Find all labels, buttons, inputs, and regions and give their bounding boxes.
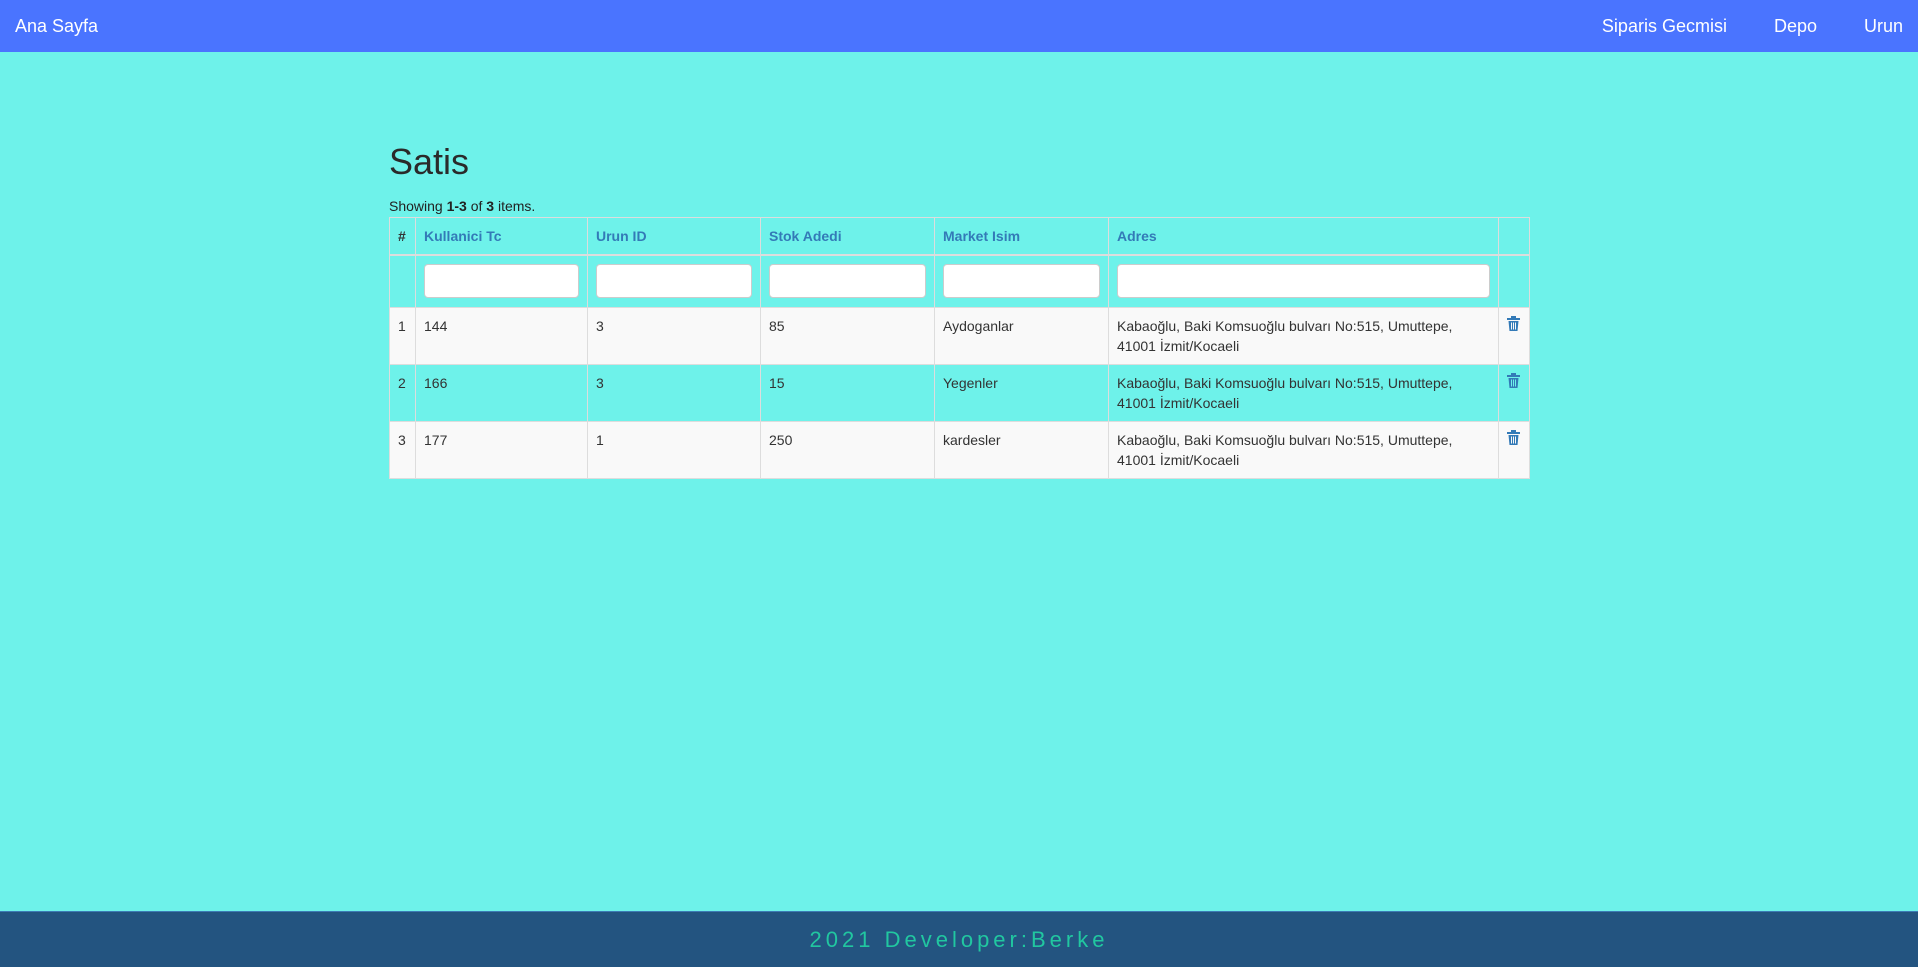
- trash-icon: [1507, 315, 1520, 331]
- cell-stok-adedi: 15: [760, 363, 935, 422]
- filter-cell-urun-id: [587, 254, 761, 308]
- top-navbar: Ana Sayfa Siparis Gecmisi Depo Urun: [0, 0, 1918, 52]
- cell-actions: [1498, 420, 1530, 479]
- trash-icon: [1507, 429, 1520, 445]
- cell-kullanici-tc: 177: [415, 420, 588, 479]
- cell-adres: Kabaoğlu, Baki Komsuoğlu bulvarı No:515,…: [1108, 363, 1499, 422]
- brand-home-link[interactable]: Ana Sayfa: [15, 16, 98, 37]
- cell-adres: Kabaoğlu, Baki Komsuoğlu bulvarı No:515,…: [1108, 420, 1499, 479]
- delete-button[interactable]: [1507, 315, 1520, 336]
- grid-summary: Showing 1-3 of 3 items.: [389, 197, 1529, 215]
- column-header-adres[interactable]: Adres: [1108, 217, 1499, 256]
- filter-cell-kullanici-tc: [415, 254, 588, 308]
- nav-link-siparis-gecmisi[interactable]: Siparis Gecmisi: [1602, 16, 1727, 37]
- cell-kullanici-tc: 144: [415, 306, 588, 365]
- table-row: 1 144 3 85 Aydoganlar Kabaoğlu, Baki Kom…: [389, 306, 1530, 365]
- cell-urun-id: 1: [587, 420, 761, 479]
- delete-button[interactable]: [1507, 372, 1520, 393]
- cell-number: 1: [389, 306, 416, 365]
- filter-cell-actions: [1498, 254, 1530, 308]
- column-header-market-isim[interactable]: Market Isim: [934, 217, 1109, 256]
- filter-cell-stok-adedi: [760, 254, 935, 308]
- cell-urun-id: 3: [587, 363, 761, 422]
- filter-row: [389, 254, 1530, 308]
- cell-adres: Kabaoğlu, Baki Komsuoğlu bulvarı No:515,…: [1108, 306, 1499, 365]
- cell-number: 2: [389, 363, 416, 422]
- sort-link-market-isim[interactable]: Market Isim: [943, 228, 1020, 244]
- table-row: 3 177 1 250 kardesler Kabaoğlu, Baki Kom…: [389, 420, 1530, 479]
- cell-urun-id: 3: [587, 306, 761, 365]
- filter-cell-adres: [1108, 254, 1499, 308]
- summary-suffix: items.: [494, 198, 536, 214]
- filter-cell-market-isim: [934, 254, 1109, 308]
- cell-market-isim: Aydoganlar: [934, 306, 1109, 365]
- cell-actions: [1498, 363, 1530, 422]
- sort-link-urun-id[interactable]: Urun ID: [596, 228, 647, 244]
- column-header-stok-adedi[interactable]: Stok Adedi: [760, 217, 935, 256]
- sort-link-kullanici-tc[interactable]: Kullanici Tc: [424, 228, 502, 244]
- filter-input-stok-adedi[interactable]: [769, 264, 926, 298]
- footer-text: 2021 Developer:Berke: [809, 926, 1109, 952]
- page-title: Satis: [389, 141, 470, 182]
- cell-stok-adedi: 85: [760, 306, 935, 365]
- cell-actions: [1498, 306, 1530, 365]
- table-row: 2 166 3 15 Yegenler Kabaoğlu, Baki Komsu…: [389, 363, 1530, 422]
- cell-market-isim: kardesler: [934, 420, 1109, 479]
- summary-range: 1-3: [446, 198, 467, 214]
- nav-link-depo[interactable]: Depo: [1727, 16, 1817, 37]
- cell-kullanici-tc: 166: [415, 363, 588, 422]
- summary-of: of: [466, 198, 487, 214]
- column-header-actions: [1498, 217, 1530, 256]
- column-header-number: #: [389, 217, 416, 256]
- cell-number: 3: [389, 420, 416, 479]
- filter-cell-empty: [389, 254, 416, 308]
- delete-button[interactable]: [1507, 429, 1520, 450]
- table-header-row: # Kullanici Tc Urun ID Stok Adedi Market…: [389, 217, 1530, 256]
- summary-total: 3: [486, 198, 495, 214]
- footer: 2021 Developer:Berke: [0, 911, 1918, 967]
- cell-stok-adedi: 250: [760, 420, 935, 479]
- summary-prefix: Showing: [389, 198, 447, 214]
- sort-link-stok-adedi[interactable]: Stok Adedi: [769, 228, 842, 244]
- nav-links: Siparis Gecmisi Depo Urun: [1602, 0, 1903, 52]
- trash-icon: [1507, 372, 1520, 388]
- column-header-urun-id[interactable]: Urun ID: [587, 217, 761, 256]
- cell-market-isim: Yegenler: [934, 363, 1109, 422]
- main-content: Satis Showing 1-3 of 3 items. # Kullanic…: [389, 137, 1530, 479]
- filter-input-urun-id[interactable]: [596, 264, 752, 298]
- nav-link-urun[interactable]: Urun: [1817, 16, 1903, 37]
- filter-input-kullanici-tc[interactable]: [424, 264, 579, 298]
- column-header-kullanici-tc[interactable]: Kullanici Tc: [415, 217, 588, 256]
- filter-input-adres[interactable]: [1117, 264, 1490, 298]
- sort-link-adres[interactable]: Adres: [1117, 228, 1157, 244]
- filter-input-market-isim[interactable]: [943, 264, 1100, 298]
- sales-table: # Kullanici Tc Urun ID Stok Adedi Market…: [389, 217, 1530, 479]
